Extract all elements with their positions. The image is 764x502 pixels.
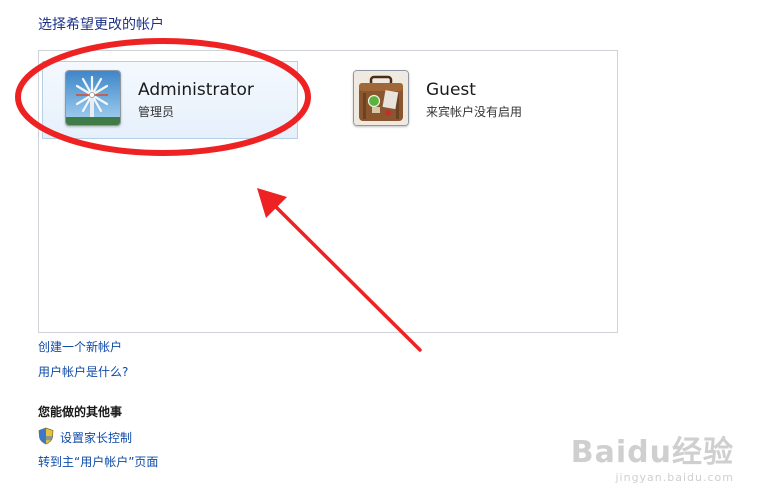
page-title: 选择希望更改的帐户 (38, 17, 164, 33)
go-to-user-accounts-link[interactable]: 转到主“用户帐户”页面 (38, 453, 158, 470)
account-role: 来宾帐户没有启用 (426, 105, 523, 119)
windmill-icon (66, 71, 120, 125)
suitcase-icon (354, 71, 408, 125)
watermark-logo: Baidu经验 (570, 435, 734, 470)
account-tile-guest[interactable]: Guest 来宾帐户没有启用 (330, 61, 586, 139)
account-name: Administrator (138, 80, 254, 100)
account-tile-administrator[interactable]: Administrator 管理员 (42, 61, 298, 139)
account-picture (353, 70, 409, 126)
account-name: Guest (426, 80, 476, 100)
parental-controls-link[interactable]: 设置家长控制 (60, 429, 132, 446)
other-tasks-heading: 您能做的其他事 (38, 405, 123, 419)
accounts-panel: Administrator 管理员 Guest 来宾帐户没有启用 (38, 50, 618, 333)
account-role: 管理员 (138, 105, 175, 119)
watermark-url: jingyan.baidu.com (615, 471, 734, 484)
what-is-account-link[interactable]: 用户帐户是什么? (38, 363, 128, 380)
create-account-link[interactable]: 创建一个新帐户 (38, 338, 122, 355)
shield-icon (38, 427, 54, 445)
account-picture (65, 70, 121, 126)
watermark: Baidu经验 jingyan.baidu.com (571, 427, 734, 484)
